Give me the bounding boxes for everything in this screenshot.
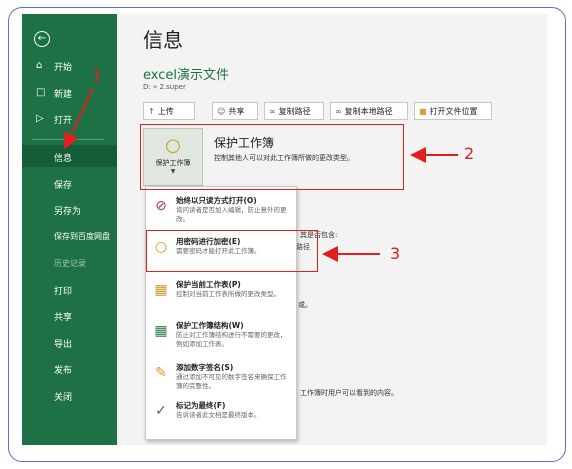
annotation-label-1: 1 [92, 66, 103, 85]
annotation-arrows [63, 87, 458, 262]
annotation-label-3: 3 [390, 244, 401, 263]
annotation-arrow-1 [63, 87, 94, 150]
annotation-label-2: 2 [464, 144, 475, 163]
